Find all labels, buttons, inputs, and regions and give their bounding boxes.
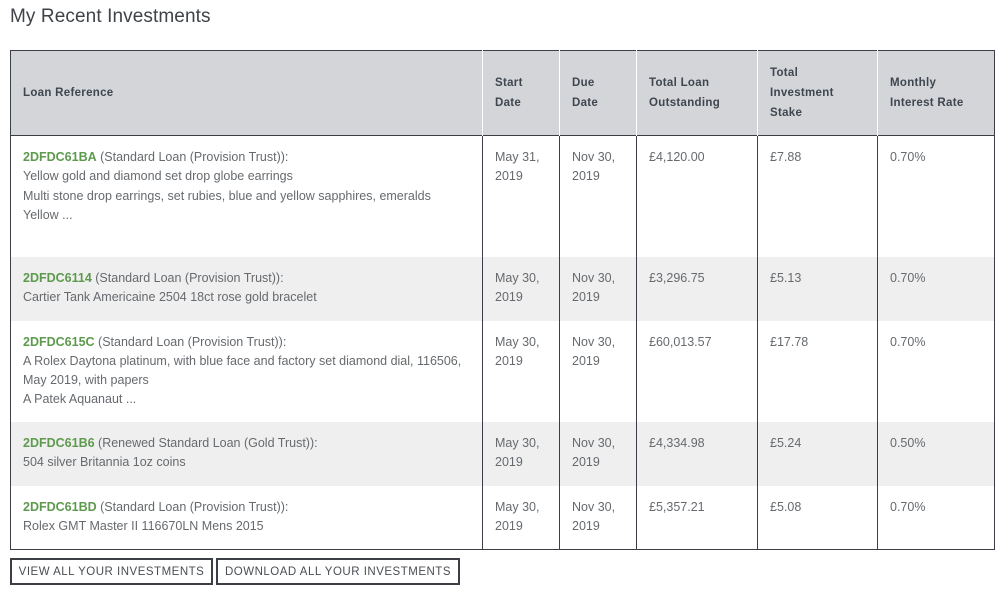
date-part: 2019 bbox=[495, 289, 523, 304]
loan-reference-cell: 2DFDC615C (Standard Loan (Provision Trus… bbox=[11, 321, 483, 422]
table-row[interactable]: 2DFDC61BD (Standard Loan (Provision Trus… bbox=[11, 485, 995, 550]
monthly-interest-rate-cell: 0.70% bbox=[877, 256, 995, 321]
investments-table: Loan Reference Start Date Due Date Total… bbox=[10, 50, 995, 550]
start-date-cell: May 30, 2019 bbox=[482, 320, 560, 422]
loan-description: 504 silver Britannia 1oz coins bbox=[23, 454, 186, 469]
loan-reference-link[interactable]: 2DFDC6114 bbox=[23, 271, 92, 285]
header-label: Start bbox=[495, 77, 523, 89]
loan-description: A Rolex Daytona platinum, with blue face… bbox=[23, 353, 462, 388]
header-monthly-interest-rate: Monthly Interest Rate bbox=[877, 50, 995, 136]
date-part: Nov 30, bbox=[572, 270, 616, 285]
header-label: Due bbox=[572, 77, 595, 89]
total-loan-outstanding-cell: £4,334.98 bbox=[636, 421, 758, 486]
header-due-date: Due Date bbox=[559, 50, 637, 136]
date-part: May 30, bbox=[495, 334, 540, 349]
table-row[interactable]: 2DFDC61BA (Standard Loan (Provision Trus… bbox=[11, 135, 995, 257]
loan-description: Cartier Tank Americaine 2504 18ct rose g… bbox=[23, 289, 317, 304]
header-start-date: Start Date bbox=[482, 50, 560, 136]
loan-type: (Standard Loan (Provision Trust)): bbox=[96, 150, 289, 164]
loan-reference-link[interactable]: 2DFDC615C bbox=[23, 335, 95, 349]
header-label: Stake bbox=[770, 107, 803, 119]
loan-reference-link[interactable]: 2DFDC61BD bbox=[23, 500, 97, 514]
header-total-investment-stake: Total Investment Stake bbox=[757, 50, 878, 136]
total-loan-outstanding-cell: £5,357.21 bbox=[636, 485, 758, 550]
loan-description: A Patek Aquanaut ... bbox=[23, 392, 137, 407]
loan-description: Yellow gold and diamond set drop globe e… bbox=[23, 169, 293, 184]
monthly-interest-rate-cell: 0.50% bbox=[877, 421, 995, 486]
total-loan-outstanding-cell: £4,120.00 bbox=[636, 135, 758, 257]
loan-description: Multi stone drop earrings, set rubies, b… bbox=[23, 188, 431, 203]
loan-type: (Standard Loan (Provision Trust)): bbox=[94, 334, 287, 349]
table-row[interactable]: 2DFDC6114 (Standard Loan (Provision Trus… bbox=[10, 256, 995, 321]
monthly-interest-rate-cell: 0.70% bbox=[877, 485, 995, 550]
monthly-interest-rate-cell: 0.70% bbox=[877, 135, 995, 257]
loan-reference-link[interactable]: 2DFDC61BA bbox=[23, 150, 97, 164]
header-total-loan-outstanding: Total Loan Outstanding bbox=[636, 50, 758, 136]
loan-description: Rolex GMT Master II 116670LN Mens 2015 bbox=[23, 518, 264, 533]
due-date-cell: Nov 30, 2019 bbox=[559, 421, 637, 486]
date-part: 2019 bbox=[495, 518, 523, 533]
header-label: Monthly bbox=[890, 77, 937, 89]
date-part: 2019 bbox=[495, 353, 523, 368]
total-investment-stake-cell: £17.78 bbox=[757, 320, 878, 422]
page-title: My Recent Investments bbox=[10, 6, 211, 27]
date-part: 2019 bbox=[572, 518, 600, 533]
header-label: Outstanding bbox=[649, 97, 721, 109]
header-label: Investment bbox=[770, 87, 834, 99]
date-part: May 31, bbox=[495, 150, 540, 164]
due-date-cell: Nov 30, 2019 bbox=[559, 256, 637, 321]
date-part: 2019 bbox=[572, 353, 600, 368]
start-date-cell: May 30, 2019 bbox=[482, 256, 560, 321]
due-date-cell: Nov 30, 2019 bbox=[559, 135, 637, 257]
total-investment-stake-cell: £5.13 bbox=[757, 256, 878, 321]
loan-type: (Standard Loan (Provision Trust)): bbox=[91, 270, 284, 285]
date-part: 2019 bbox=[572, 289, 600, 304]
loan-reference-cell: 2DFDC61B6 (Renewed Standard Loan (Gold T… bbox=[11, 422, 483, 486]
download-all-investments-button[interactable]: DOWNLOAD ALL YOUR INVESTMENTS bbox=[216, 558, 460, 585]
header-label: Interest Rate bbox=[890, 97, 964, 109]
loan-reference-link[interactable]: 2DFDC61B6 bbox=[23, 436, 95, 450]
date-part: May 30, bbox=[495, 435, 540, 450]
due-date-cell: Nov 30, 2019 bbox=[559, 485, 637, 550]
total-investment-stake-cell: £5.08 bbox=[757, 485, 878, 550]
due-date-cell: Nov 30, 2019 bbox=[559, 320, 637, 422]
total-investment-stake-cell: £7.88 bbox=[757, 135, 878, 257]
total-loan-outstanding-cell: £3,296.75 bbox=[636, 256, 758, 321]
table-header-row: Loan Reference Start Date Due Date Total… bbox=[10, 50, 995, 136]
date-part: Nov 30, bbox=[572, 150, 616, 164]
table-row[interactable]: 2DFDC615C (Standard Loan (Provision Trus… bbox=[11, 320, 995, 422]
loan-reference-cell: 2DFDC61BA (Standard Loan (Provision Trus… bbox=[11, 136, 483, 257]
loan-type: (Renewed Standard Loan (Gold Trust)): bbox=[94, 435, 318, 450]
date-part: 2019 bbox=[572, 169, 600, 184]
view-all-investments-button[interactable]: VIEW ALL YOUR INVESTMENTS bbox=[10, 558, 213, 585]
loan-description: Yellow ... bbox=[23, 207, 73, 222]
header-label: Date bbox=[572, 97, 599, 109]
date-part: 2019 bbox=[495, 454, 523, 469]
date-part: May 30, bbox=[495, 270, 540, 285]
date-part: Nov 30, bbox=[572, 499, 616, 514]
loan-type: (Standard Loan (Provision Trust)): bbox=[96, 499, 289, 514]
start-date-cell: May 31, 2019 bbox=[482, 135, 560, 257]
start-date-cell: May 30, 2019 bbox=[482, 421, 560, 486]
header-loan-reference: Loan Reference bbox=[11, 51, 483, 136]
start-date-cell: May 30, 2019 bbox=[482, 485, 560, 550]
loan-reference-cell: 2DFDC61BD (Standard Loan (Provision Trus… bbox=[11, 486, 483, 550]
monthly-interest-rate-cell: 0.70% bbox=[877, 320, 995, 422]
date-part: Nov 30, bbox=[572, 334, 616, 349]
date-part: May 30, bbox=[495, 499, 540, 514]
date-part: 2019 bbox=[495, 169, 523, 184]
header-label: Total bbox=[770, 67, 799, 79]
total-investment-stake-cell: £5.24 bbox=[757, 421, 878, 486]
date-part: Nov 30, bbox=[572, 435, 616, 450]
header-label: Loan Reference bbox=[23, 87, 114, 99]
total-loan-outstanding-cell: £60,013.57 bbox=[636, 320, 758, 422]
loan-reference-cell: 2DFDC6114 (Standard Loan (Provision Trus… bbox=[11, 257, 483, 321]
date-part: 2019 bbox=[572, 454, 600, 469]
header-label: Date bbox=[495, 97, 522, 109]
table-row[interactable]: 2DFDC61B6 (Renewed Standard Loan (Gold T… bbox=[10, 421, 995, 486]
header-label: Total Loan bbox=[649, 77, 710, 89]
